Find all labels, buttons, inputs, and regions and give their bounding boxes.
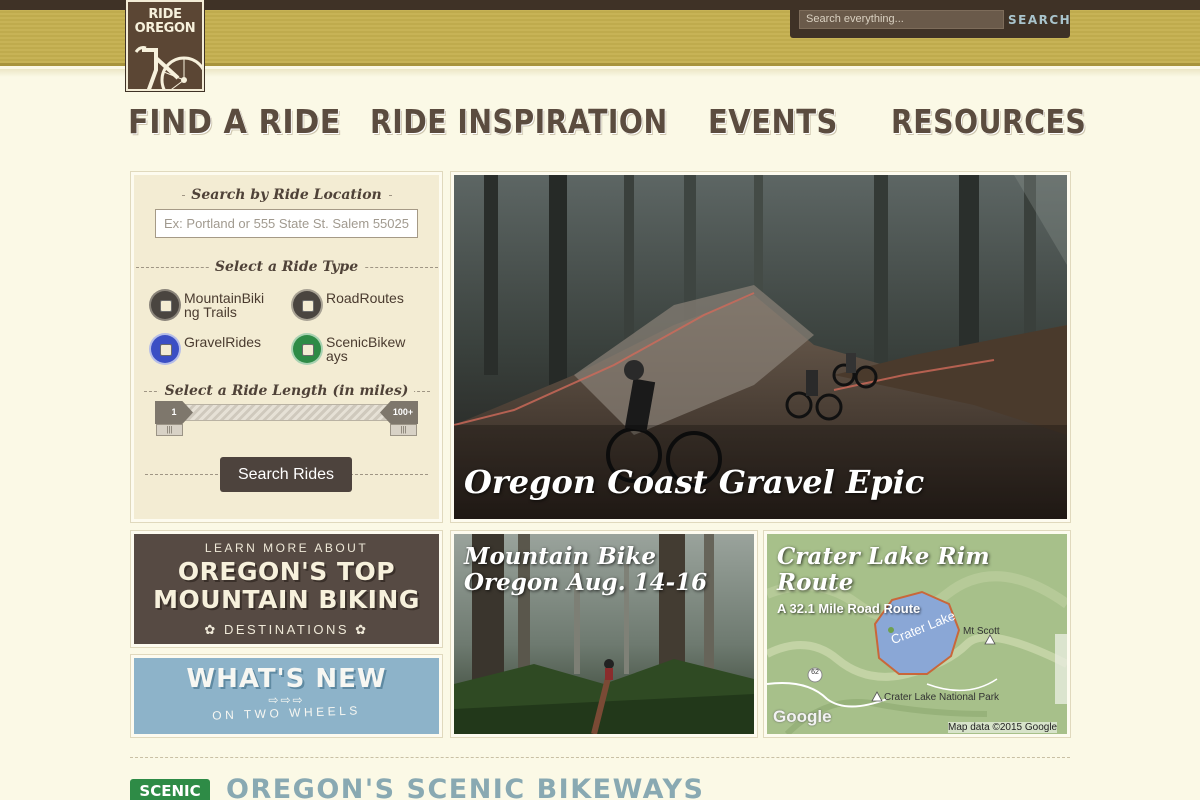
whats-new-promo[interactable]: WHAT'S NEW ⇨⇨⇨ ON TWO WHEELS bbox=[134, 658, 439, 734]
mtb-promo-destinations: DESTINATIONS bbox=[223, 622, 350, 637]
map-title-line-2: Route bbox=[777, 569, 854, 596]
event-title-line-2: Oregon Aug. 14-16 bbox=[464, 569, 708, 596]
whats-new-title: WHAT'S NEW bbox=[186, 664, 387, 694]
ride-type-mountain[interactable]: MountainBiking Trails bbox=[151, 291, 281, 327]
leaf-icon: ✿ bbox=[355, 622, 369, 637]
nav-find-a-ride[interactable]: FIND A RIDE bbox=[128, 100, 341, 144]
leaf-icon: ✿ bbox=[204, 622, 218, 637]
section-divider bbox=[130, 757, 1070, 758]
length-slider-track[interactable] bbox=[170, 404, 402, 421]
event-title-line-1: Mountain Bike bbox=[464, 543, 656, 570]
nav-events[interactable]: EVENTS bbox=[708, 100, 838, 144]
max-handle-grip[interactable]: ||| bbox=[390, 424, 417, 436]
mtb-promo[interactable]: LEARN MORE ABOUT OREGON'S TOP MOUNTAIN B… bbox=[134, 534, 439, 644]
nav-ride-inspiration[interactable]: RIDE INSPIRATION bbox=[370, 100, 668, 144]
ride-type-gravel-label: GravelRides bbox=[184, 334, 262, 350]
scenic-bikeway-icon bbox=[293, 335, 321, 363]
scenic-tag: SCENIC bbox=[130, 779, 210, 800]
mtb-promo-line-4: ✿ DESTINATIONS ✿ bbox=[134, 622, 439, 638]
location-input[interactable]: Ex: Portland or 555 State St. Salem 5502… bbox=[155, 209, 418, 238]
logo-line-1: RIDE bbox=[148, 7, 182, 22]
mtb-promo-line-1: LEARN MORE ABOUT bbox=[204, 541, 369, 555]
min-handle-grip[interactable]: ||| bbox=[156, 424, 183, 436]
park-label: Crater Lake National Park bbox=[884, 692, 1000, 703]
ride-type-scenic-label: ScenicBikeways bbox=[326, 334, 406, 364]
nav-resources[interactable]: RESOURCES bbox=[891, 100, 1086, 144]
road-number: 62 bbox=[811, 669, 819, 676]
feature-title: Oregon Coast Gravel Epic bbox=[464, 463, 925, 501]
ride-length-heading: Select a Ride Length (in miles) bbox=[134, 381, 439, 401]
mountain-bike-icon bbox=[151, 291, 179, 319]
map-tile[interactable]: Crater Lake Rim Route A 32.1 Mile Road R… bbox=[767, 534, 1067, 734]
road-bike-icon bbox=[293, 291, 321, 319]
mtb-promo-line-2: OREGON'S TOP bbox=[177, 557, 396, 586]
ride-type-heading: Select a Ride Type bbox=[134, 257, 439, 277]
bicycle-icon bbox=[134, 46, 202, 89]
feature-tile[interactable]: Oregon Coast Gravel Epic bbox=[454, 175, 1067, 519]
ride-type-gravel[interactable]: GravelRides bbox=[151, 335, 281, 371]
ride-type-mountain-label: MountainBiking Trails bbox=[184, 290, 265, 320]
header-search-button[interactable]: SEARCH bbox=[1008, 9, 1070, 31]
ride-type-road[interactable]: RoadRoutes bbox=[293, 291, 423, 327]
logo-line-2: OREGON bbox=[134, 21, 196, 36]
mtb-promo-line-3: MOUNTAIN BIKING bbox=[153, 585, 420, 614]
header-search-input[interactable]: Search everything... bbox=[799, 10, 1004, 29]
location-heading: Search by Ride Location bbox=[134, 185, 439, 205]
map-title-line-1: Crater Lake Rim bbox=[777, 543, 990, 570]
header-search: Search everything... SEARCH bbox=[790, 6, 1070, 38]
scenic-bikeways-heading[interactable]: OREGON'S SCENIC BIKEWAYS bbox=[226, 775, 704, 800]
gravel-bike-icon bbox=[151, 335, 179, 363]
map-subtitle: A 32.1 Mile Road Route bbox=[777, 601, 921, 616]
site-logo[interactable]: RIDE OREGON bbox=[125, 0, 205, 92]
search-rides-button[interactable]: Search Rides bbox=[220, 457, 352, 492]
logo-text: RIDE OREGON bbox=[128, 8, 202, 36]
ride-type-scenic[interactable]: ScenicBikeways bbox=[293, 335, 423, 371]
ride-type-road-label: RoadRoutes bbox=[326, 290, 404, 306]
google-logo: Google bbox=[773, 707, 832, 726]
event-tile[interactable]: Mountain Bike Oregon Aug. 14-16 bbox=[454, 534, 754, 734]
map-attribution: Map data ©2015 Google bbox=[948, 722, 1058, 733]
peak-label: Mt Scott bbox=[963, 626, 1000, 637]
